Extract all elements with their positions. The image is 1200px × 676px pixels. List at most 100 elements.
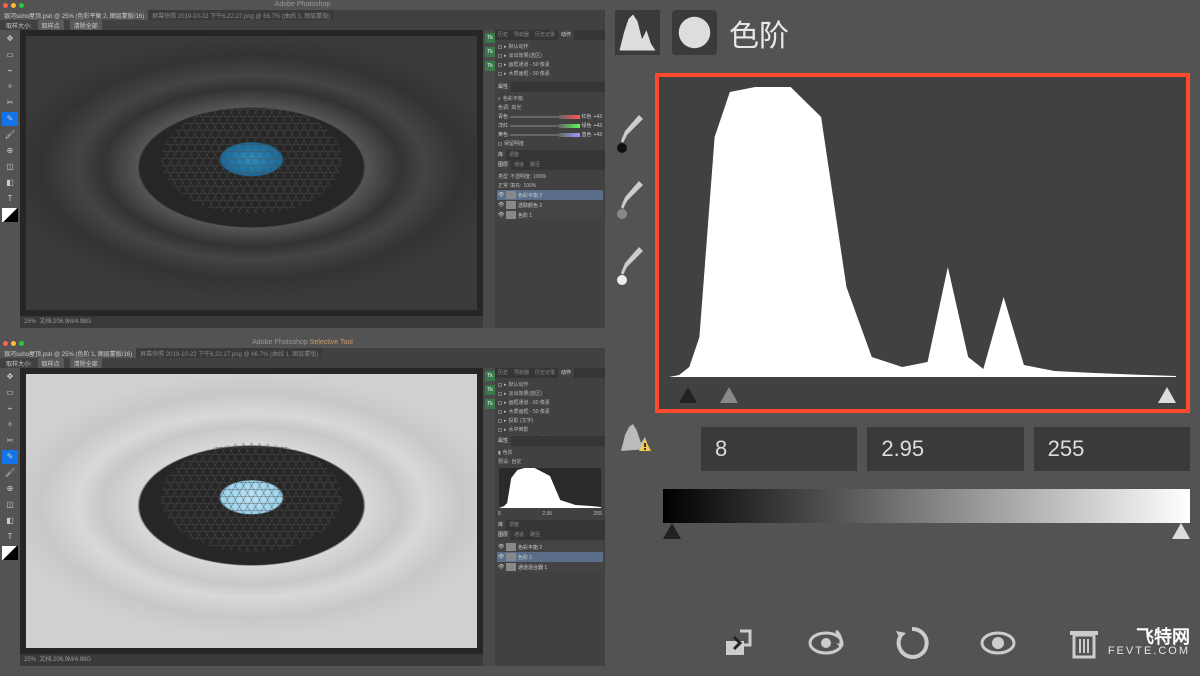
action-item[interactable]: ▸画框通道 - 50 像素 (497, 60, 603, 69)
action-item[interactable]: ▸水中倒影 (497, 425, 603, 434)
doc-tab-active[interactable]: 银河soho屋顶.psb @ 25% (色阶 1, 图层蒙版/16) (0, 348, 136, 358)
action-item[interactable]: ▸画框通道 - 60 像素 (497, 398, 603, 407)
canvas[interactable]: 25% 文档:206.9M/4.98G (20, 30, 483, 328)
histogram-chart[interactable] (669, 87, 1176, 377)
panel-tab-actions[interactable]: 动作 (558, 30, 574, 40)
mini-histogram[interactable] (499, 468, 601, 508)
tk-plugin-icon[interactable]: Tk (485, 371, 495, 381)
canvas[interactable]: 25% 文档:206.9M/4.98G (20, 368, 483, 666)
action-item[interactable]: ▸投影 (文字) (497, 416, 603, 425)
eyedropper-tool-icon[interactable]: ✎ (2, 112, 18, 126)
eraser-tool-icon[interactable]: ◫ (2, 160, 18, 174)
color-slider[interactable] (510, 125, 579, 127)
tk-plugin-icon[interactable]: Tk (485, 61, 495, 71)
action-item[interactable]: ▸木质画框 - 50 像素 (497, 69, 603, 78)
text-tool-icon[interactable]: T (2, 192, 18, 206)
window-controls[interactable] (3, 3, 24, 8)
panel-tab[interactable]: 库 (495, 520, 506, 530)
crop-tool-icon[interactable]: ✂ (2, 96, 18, 110)
tk-plugin-icon[interactable]: Tk (485, 399, 495, 409)
gradient-tool-icon[interactable]: ◧ (2, 514, 18, 528)
tk-plugin-icon[interactable]: Tk (485, 33, 495, 43)
white-point-eyedropper-icon[interactable] (615, 245, 645, 287)
clip-to-layer-icon[interactable] (720, 623, 760, 663)
panel-tab[interactable]: 导航器 (511, 368, 532, 378)
color-slider[interactable] (510, 116, 579, 118)
marquee-tool-icon[interactable]: ▭ (2, 386, 18, 400)
visibility-icon[interactable] (978, 623, 1018, 663)
layer-row[interactable]: 👁色彩平衡 2 (497, 542, 603, 552)
black-input[interactable]: 8 (701, 427, 857, 471)
panel-tab[interactable]: 历史 (495, 368, 511, 378)
lasso-tool-icon[interactable]: ⌁ (2, 64, 18, 78)
panel-tab[interactable]: 导航器 (511, 30, 532, 40)
swatch-icon[interactable] (2, 208, 18, 222)
action-item[interactable]: ▸默认动作 (497, 380, 603, 389)
panel-tab-layers[interactable]: 图层 (495, 530, 511, 540)
panel-tab[interactable]: 调整 (506, 150, 522, 160)
crop-tool-icon[interactable]: ✂ (2, 434, 18, 448)
eyedropper-tool-icon[interactable]: ✎ (2, 450, 18, 464)
gradient-tool-icon[interactable]: ◧ (2, 176, 18, 190)
gamma-input[interactable]: 2.95 (867, 427, 1023, 471)
action-item[interactable]: ▸木质画框 - 50 像素 (497, 407, 603, 416)
window-controls[interactable] (3, 341, 24, 346)
wand-tool-icon[interactable]: ✧ (2, 418, 18, 432)
view-previous-icon[interactable] (806, 623, 846, 663)
output-black-slider[interactable] (663, 523, 681, 539)
panel-tab-actions[interactable]: 动作 (558, 368, 574, 378)
swatch-icon[interactable] (2, 546, 18, 560)
text-tool-icon[interactable]: T (2, 530, 18, 544)
move-tool-icon[interactable]: ✥ (2, 370, 18, 384)
action-item[interactable]: ▸淡出效果(选区) (497, 389, 603, 398)
brush-tool-icon[interactable]: 🖌 (2, 466, 18, 480)
panel-tab-properties[interactable]: 属性 (495, 82, 511, 92)
gray-point-eyedropper-icon[interactable] (615, 179, 645, 221)
lasso-tool-icon[interactable]: ⌁ (2, 402, 18, 416)
reset-icon[interactable] (892, 623, 932, 663)
layer-row[interactable]: 👁色彩平衡 2 (497, 190, 603, 200)
doc-tab[interactable]: 屏幕快照 2019-10-22 下午6.22.27.png @ 66.7% (曲… (148, 10, 334, 20)
clear-button[interactable]: 清除全部 (70, 358, 102, 369)
tk-plugin-icon[interactable]: Tk (485, 385, 495, 395)
doc-tab[interactable]: 屏幕快照 2019-10-22 下午6.22.27.png @ 66.7% (曲… (136, 348, 322, 358)
layer-row[interactable]: 👁色阶 1 (497, 552, 603, 562)
panel-tab[interactable]: 通道 (511, 160, 527, 170)
tone-dropdown[interactable]: 高光 (511, 104, 521, 111)
wand-tool-icon[interactable]: ✧ (2, 80, 18, 94)
panel-tab[interactable]: 历史 (495, 30, 511, 40)
brush-tool-icon[interactable]: 🖌 (2, 128, 18, 142)
gamma-slider[interactable] (720, 387, 738, 403)
output-gradient[interactable] (663, 489, 1190, 523)
action-item[interactable]: ▸淡出效果(选区) (497, 51, 603, 60)
panel-tab[interactable]: 库 (495, 150, 506, 160)
action-item[interactable]: ▸默认动作 (497, 42, 603, 51)
layer-row[interactable]: 👁色阶 1 (497, 210, 603, 220)
sample-dropdown[interactable]: 取样点 (38, 358, 64, 369)
preserve-lum-checkbox[interactable] (498, 142, 502, 146)
doc-tab-active[interactable]: 银河soho屋顶.psb @ 25% (色彩平衡 2, 图层蒙版/16) (0, 10, 148, 20)
layer-row[interactable]: 👁通道混合器 1 (497, 562, 603, 572)
white-input[interactable]: 255 (1034, 427, 1190, 471)
panel-tab[interactable]: 调整 (506, 520, 522, 530)
clone-tool-icon[interactable]: ⊕ (2, 144, 18, 158)
trash-icon[interactable] (1064, 623, 1104, 663)
eraser-tool-icon[interactable]: ◫ (2, 498, 18, 512)
color-slider[interactable] (510, 134, 579, 136)
move-tool-icon[interactable]: ✥ (2, 32, 18, 46)
panel-tab[interactable]: 通道 (511, 530, 527, 540)
clear-button[interactable]: 清除全部 (70, 20, 102, 31)
black-slider[interactable] (679, 387, 697, 403)
layer-row[interactable]: 👁选取颜色 2 (497, 200, 603, 210)
black-point-eyedropper-icon[interactable] (615, 113, 645, 155)
clone-tool-icon[interactable]: ⊕ (2, 482, 18, 496)
panel-tab[interactable]: 历史记录 (532, 30, 558, 40)
panel-tab-properties[interactable]: 属性 (495, 436, 511, 446)
histogram-warning-icon[interactable] (619, 421, 653, 455)
white-slider[interactable] (1158, 387, 1176, 403)
marquee-tool-icon[interactable]: ▭ (2, 48, 18, 62)
tk-plugin-icon[interactable]: Tk (485, 47, 495, 57)
panel-tab-layers[interactable]: 图层 (495, 160, 511, 170)
sample-dropdown[interactable]: 取样点 (38, 20, 64, 31)
preset-dropdown[interactable]: 自定 (511, 458, 521, 465)
